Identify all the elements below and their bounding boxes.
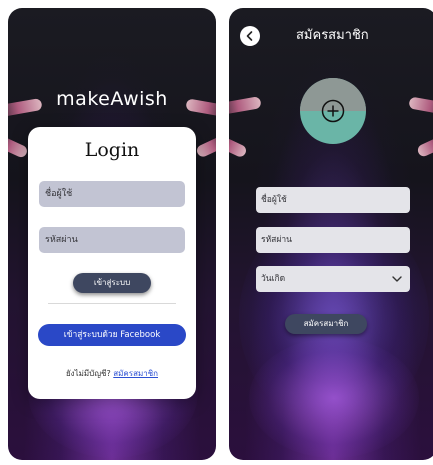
username-input[interactable]: ชื่อผู้ใช้ — [39, 181, 185, 207]
register-screen: สมัครสมาชิก ชื่อผู้ใช้ รหัสผ่าน วันเกิด … — [229, 8, 433, 460]
login-button[interactable]: เข้าสู่ระบบ — [73, 273, 151, 293]
login-screen: makeAwish Login ชื่อผู้ใช้ รหัสผ่าน เข้า… — [8, 8, 216, 460]
light-beam — [229, 133, 248, 159]
no-account-text: ยังไม่มีบัญชี? — [65, 369, 111, 378]
password-placeholder: รหัสผ่าน — [261, 235, 292, 245]
login-card: Login ชื่อผู้ใช้ รหัสผ่าน เข้าสู่ระบบ เข… — [28, 127, 196, 399]
add-circle-icon — [321, 99, 345, 123]
light-beam — [415, 133, 433, 159]
login-title: Login — [84, 139, 140, 161]
back-button[interactable] — [240, 26, 260, 46]
avatar-upload[interactable] — [300, 78, 366, 144]
signup-link[interactable]: สมัครสมาชิก — [113, 369, 158, 378]
background-glow — [249, 338, 419, 458]
light-beam — [229, 96, 262, 116]
light-beam — [195, 133, 216, 159]
chevron-down-icon — [392, 276, 402, 282]
signup-prompt: ยังไม่มีบัญชี? สมัครสมาชิก — [28, 367, 196, 380]
divider — [48, 303, 176, 304]
password-input[interactable]: รหัสผ่าน — [256, 227, 410, 253]
chevron-left-icon — [246, 31, 253, 41]
light-beam — [408, 96, 433, 116]
password-placeholder: รหัสผ่าน — [45, 235, 78, 245]
light-beam — [8, 132, 29, 160]
username-placeholder: ชื่อผู้ใช้ — [261, 195, 287, 205]
brand-logo: makeAwish — [56, 88, 168, 110]
username-placeholder: ชื่อผู้ใช้ — [45, 189, 73, 199]
birthday-label: วันเกิด — [261, 274, 286, 284]
username-input[interactable]: ชื่อผู้ใช้ — [256, 187, 410, 213]
password-input[interactable]: รหัสผ่าน — [39, 227, 185, 253]
page-title: สมัครสมาชิก — [296, 28, 369, 43]
birthday-select[interactable]: วันเกิด — [256, 266, 410, 292]
register-button[interactable]: สมัครสมาชิก — [285, 314, 367, 334]
facebook-login-button[interactable]: เข้าสู่ระบบด้วย Facebook — [38, 324, 186, 346]
